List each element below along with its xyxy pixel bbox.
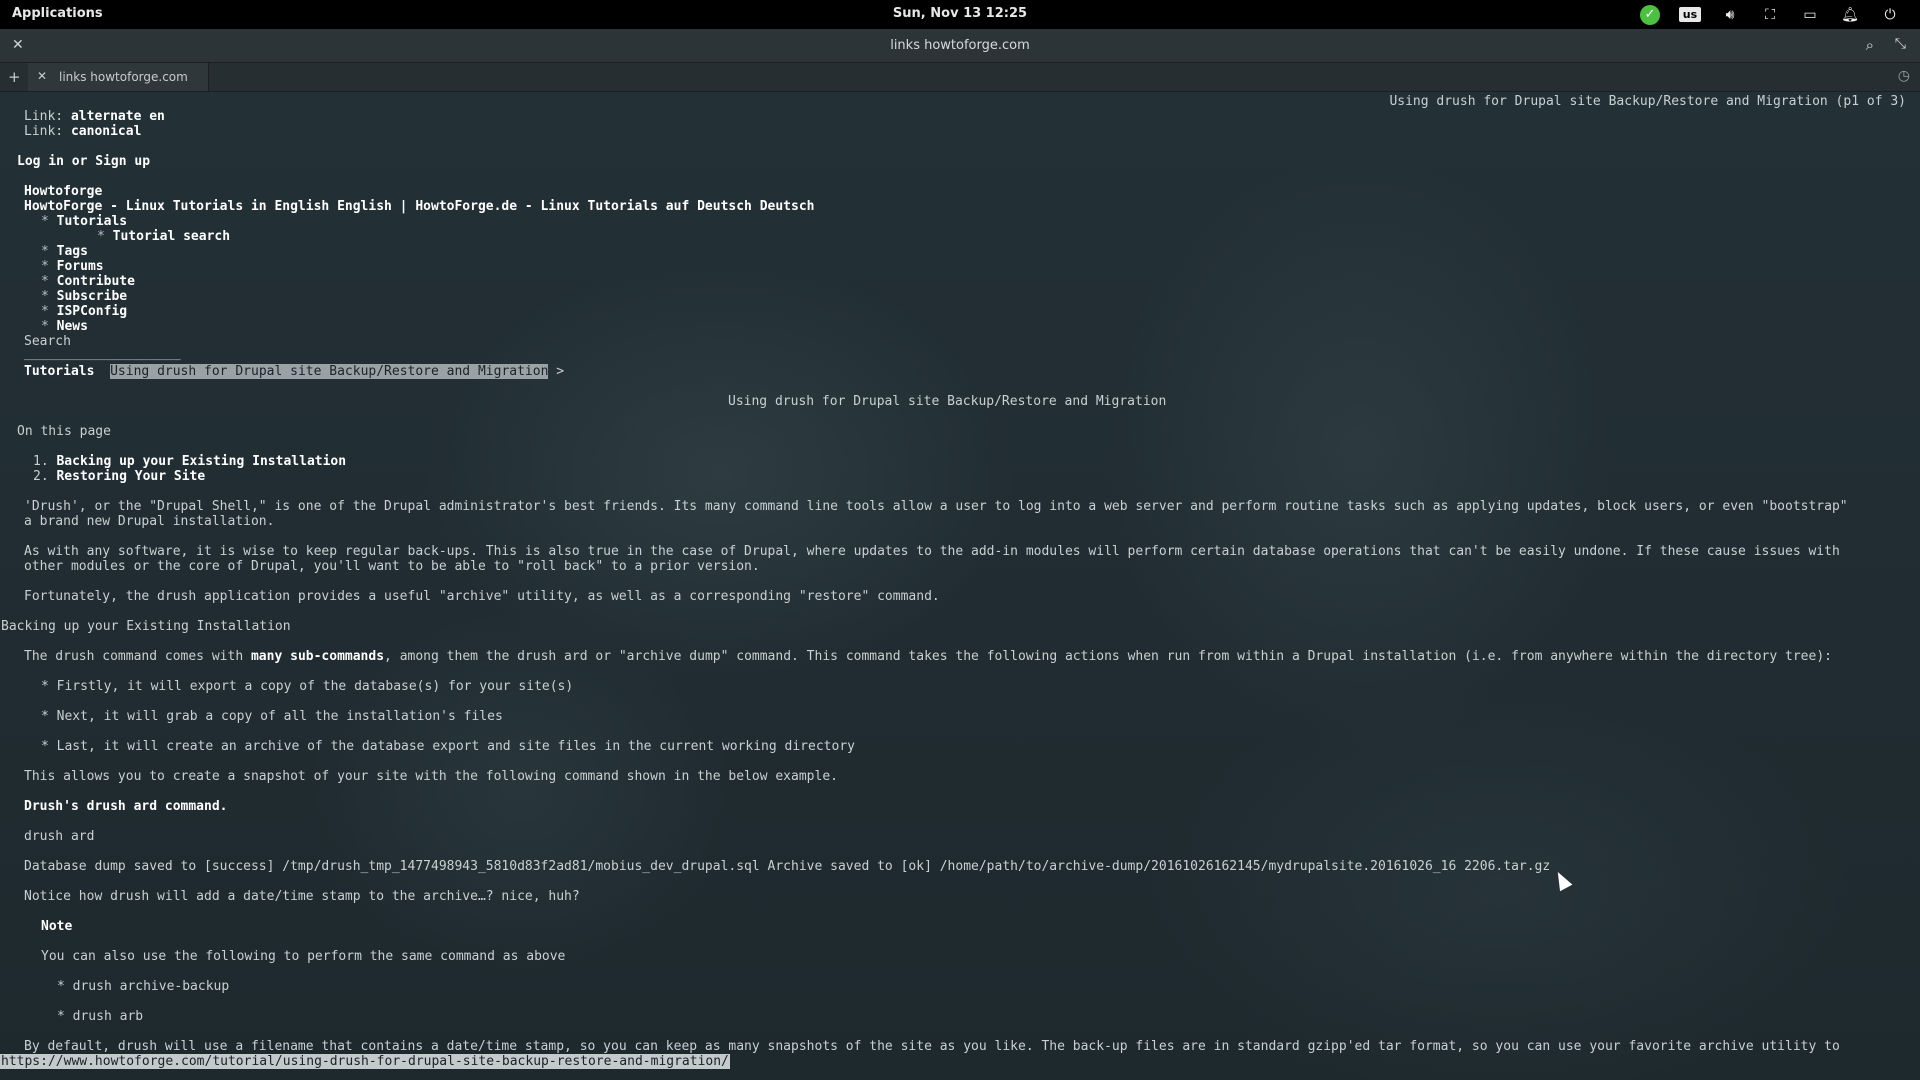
nav-forums[interactable]: Forums [57,259,104,274]
nav-news[interactable]: News [57,319,88,334]
breadcrumb-current[interactable]: Using drush for Drupal site Backup/Resto… [110,364,549,379]
status-bar: https://www.howtoforge.com/tutorial/usin… [0,1054,730,1071]
applications-menu[interactable]: Applications [12,6,103,21]
site-home-link[interactable]: Howtoforge [24,184,102,199]
tab-bar: + ✕ links howtoforge.com ◷ [0,63,1920,92]
volume-icon[interactable]: 🔊︎ [1710,4,1750,25]
list-item: * Next, it will grab a copy of all the i… [41,709,503,724]
paragraph: As with any software, it is wise to keep… [24,544,1840,559]
nav-tags[interactable]: Tags [57,244,88,259]
link-many-sub-commands[interactable]: many sub-commands [251,649,384,664]
browser-page-content: Using drush for Drupal site Backup/Resto… [1,94,1906,1054]
system-top-panel: Applications Sun, Nov 13 12:25 ✓ us 🔊︎ ⛶… [0,0,1920,29]
section-heading: Backing up your Existing Installation [1,619,291,634]
paragraph: other modules or the core of Drupal, you… [24,559,760,574]
list-item: * Firstly, it will export a copy of the … [41,679,574,694]
code-command: drush ard [24,829,95,844]
breadcrumb-tutorials[interactable]: Tutorials [24,364,94,379]
list-item: * drush archive-backup [57,979,230,994]
paragraph: Notice how drush will add a date/time st… [24,889,580,904]
close-window-icon[interactable]: ✕ [12,37,24,53]
new-tab-icon[interactable]: + [8,68,21,86]
status-url: https://www.howtoforge.com/tutorial/usin… [0,1054,730,1069]
link-label: Link: [24,124,71,139]
power-icon[interactable]: ⏻ [1870,4,1910,25]
paragraph: Fortunately, the drush application provi… [24,589,940,604]
keyboard-layout-indicator[interactable]: us [1670,4,1710,25]
link-canonical[interactable]: canonical [71,124,141,139]
update-status-icon[interactable]: ✓ [1630,4,1670,25]
network-icon[interactable]: ⛶ [1750,4,1790,25]
paragraph-text: , among them the drush ard or "archive d… [384,649,1832,664]
nav-ispconfig[interactable]: ISPConfig [57,304,127,319]
paragraph: 'Drush', or the "Drupal Shell," is one o… [24,499,1848,514]
link-label: Link: [24,109,71,124]
battery-icon[interactable]: ▭ [1790,4,1830,25]
system-tray: ✓ us 🔊︎ ⛶ ▭ 🔔︎ ⏻ [1630,4,1910,25]
nav-tutorials[interactable]: Tutorials [57,214,127,229]
restore-window-icon[interactable]: ⤡ [1895,36,1906,52]
page-position-indicator: Using drush for Drupal site Backup/Resto… [1389,94,1906,109]
nav-tutorial-search[interactable]: Tutorial search [113,229,230,244]
paragraph-text: The drush command comes with [24,649,251,664]
paragraph: a brand new Drupal installation. [24,514,275,529]
search-input[interactable]: ____________________ [24,346,181,361]
notifications-bell-icon[interactable]: 🔔︎ [1830,4,1870,25]
nav-contribute[interactable]: Contribute [57,274,135,289]
search-icon[interactable]: ⌕ [1866,36,1874,54]
window-title: links howtoforge.com [890,38,1030,53]
paragraph: By default, drush will use a filename th… [24,1039,1840,1054]
nav-subscribe[interactable]: Subscribe [57,289,127,304]
tab-label: links howtoforge.com [59,70,188,84]
link-alternate-en[interactable]: alternate en [71,109,165,124]
paragraph: This allows you to create a snapshot of … [24,769,838,784]
toc-number: 1. [33,454,49,469]
tab-links-howtoforge[interactable]: ✕ links howtoforge.com [28,63,209,91]
login-signup-link[interactable]: Log in or Sign up [17,154,150,169]
figure-caption: Drush's drush ard command. [24,799,228,814]
language-links[interactable]: HowtoForge - Linux Tutorials in English … [24,199,815,214]
list-item: * drush arb [57,1009,144,1024]
code-output: Database dump saved to [success] /tmp/dr… [24,859,1551,874]
close-tab-icon[interactable]: ✕ [37,69,47,83]
page-heading: Using drush for Drupal site Backup/Resto… [728,394,1167,409]
toc-link-backing-up[interactable]: Backing up your Existing Installation [56,454,346,469]
note-text: You can also use the following to perfor… [41,949,566,964]
clock[interactable]: Sun, Nov 13 12:25 [893,6,1027,21]
terminal-titlebar: ✕ links howtoforge.com ⌕ ⤡ [0,29,1920,63]
toc-number: 2. [33,469,49,484]
toc-label: On this page [17,424,111,439]
list-item: * Last, it will create an archive of the… [41,739,855,754]
history-icon[interactable]: ◷ [1898,68,1910,84]
breadcrumb-separator: > [556,364,565,379]
toc-link-restoring[interactable]: Restoring Your Site [56,469,205,484]
note-title: Note [41,919,73,934]
